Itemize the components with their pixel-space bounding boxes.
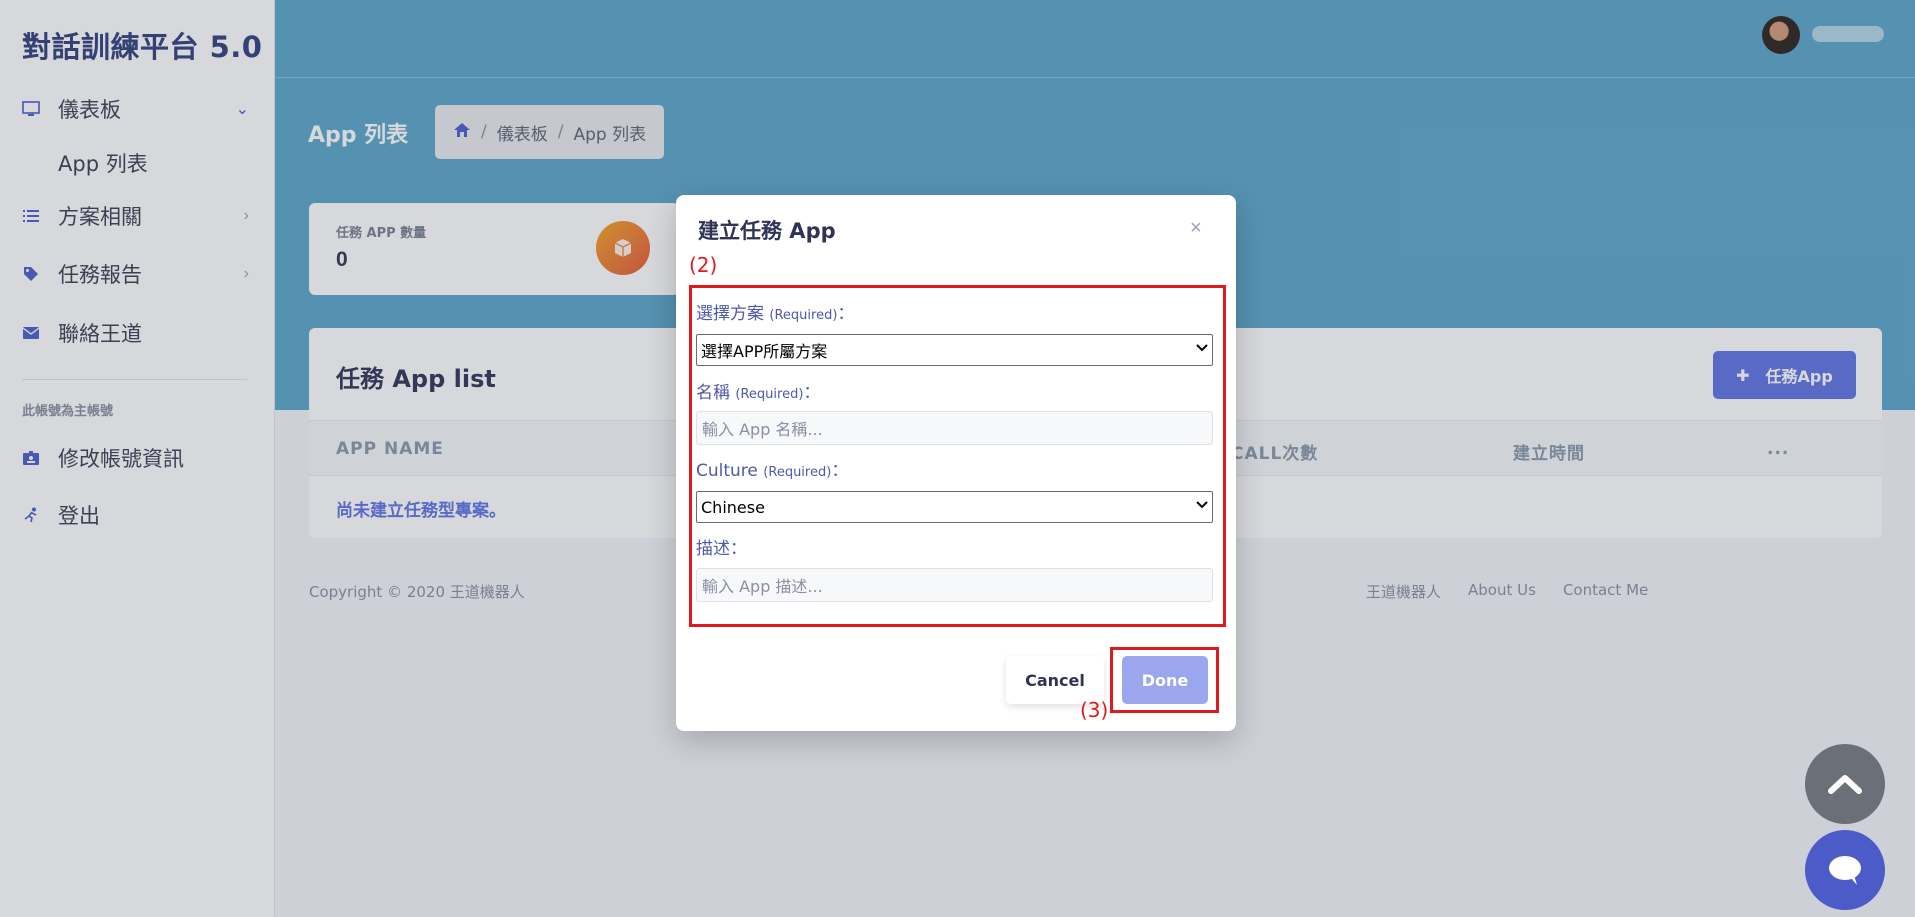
cancel-button[interactable]: Cancel xyxy=(1006,656,1104,704)
done-button[interactable]: Done xyxy=(1122,656,1208,704)
required-marker: (Required) xyxy=(763,465,832,480)
required-marker: (Required) xyxy=(769,308,838,323)
name-label-text: 名稱 xyxy=(696,383,730,403)
plan-label-text: 選擇方案 xyxy=(696,304,764,324)
plan-select-value: 選擇APP所屬方案 xyxy=(701,342,828,361)
plan-label: 選擇方案 (Required)： xyxy=(696,304,855,324)
culture-label: Culture (Required)： xyxy=(696,461,849,481)
culture-label-text: Culture xyxy=(696,461,758,481)
close-icon[interactable]: × xyxy=(1190,217,1202,240)
chat-button[interactable] xyxy=(1805,830,1885,910)
annotation-step-2: (2) xyxy=(689,253,718,277)
description-label: 描述： xyxy=(696,539,747,559)
required-marker: (Required) xyxy=(735,387,804,402)
plan-select[interactable]: 選擇APP所屬方案 xyxy=(696,334,1213,366)
chevron-down-icon xyxy=(1196,342,1208,356)
description-label-text: 描述 xyxy=(696,539,730,559)
chevron-up-icon xyxy=(1828,775,1862,794)
app-description-input[interactable]: 輸入 App 描述... xyxy=(696,568,1213,602)
name-label: 名稱 (Required)： xyxy=(696,383,821,403)
create-task-app-modal: 建立任務 App × (2) 選擇方案 (Required)： 選擇APP所屬方… xyxy=(676,195,1236,731)
scroll-to-top-button[interactable] xyxy=(1805,744,1885,824)
annotation-step-3: (3) xyxy=(1080,698,1109,722)
chevron-down-icon xyxy=(1196,499,1208,513)
culture-select-value: Chinese xyxy=(701,497,765,517)
chat-bubble-icon xyxy=(1829,856,1861,885)
app-name-input[interactable]: 輸入 App 名稱... xyxy=(696,411,1213,445)
modal-title: 建立任務 App xyxy=(698,219,836,243)
culture-select[interactable]: Chinese xyxy=(696,491,1213,523)
